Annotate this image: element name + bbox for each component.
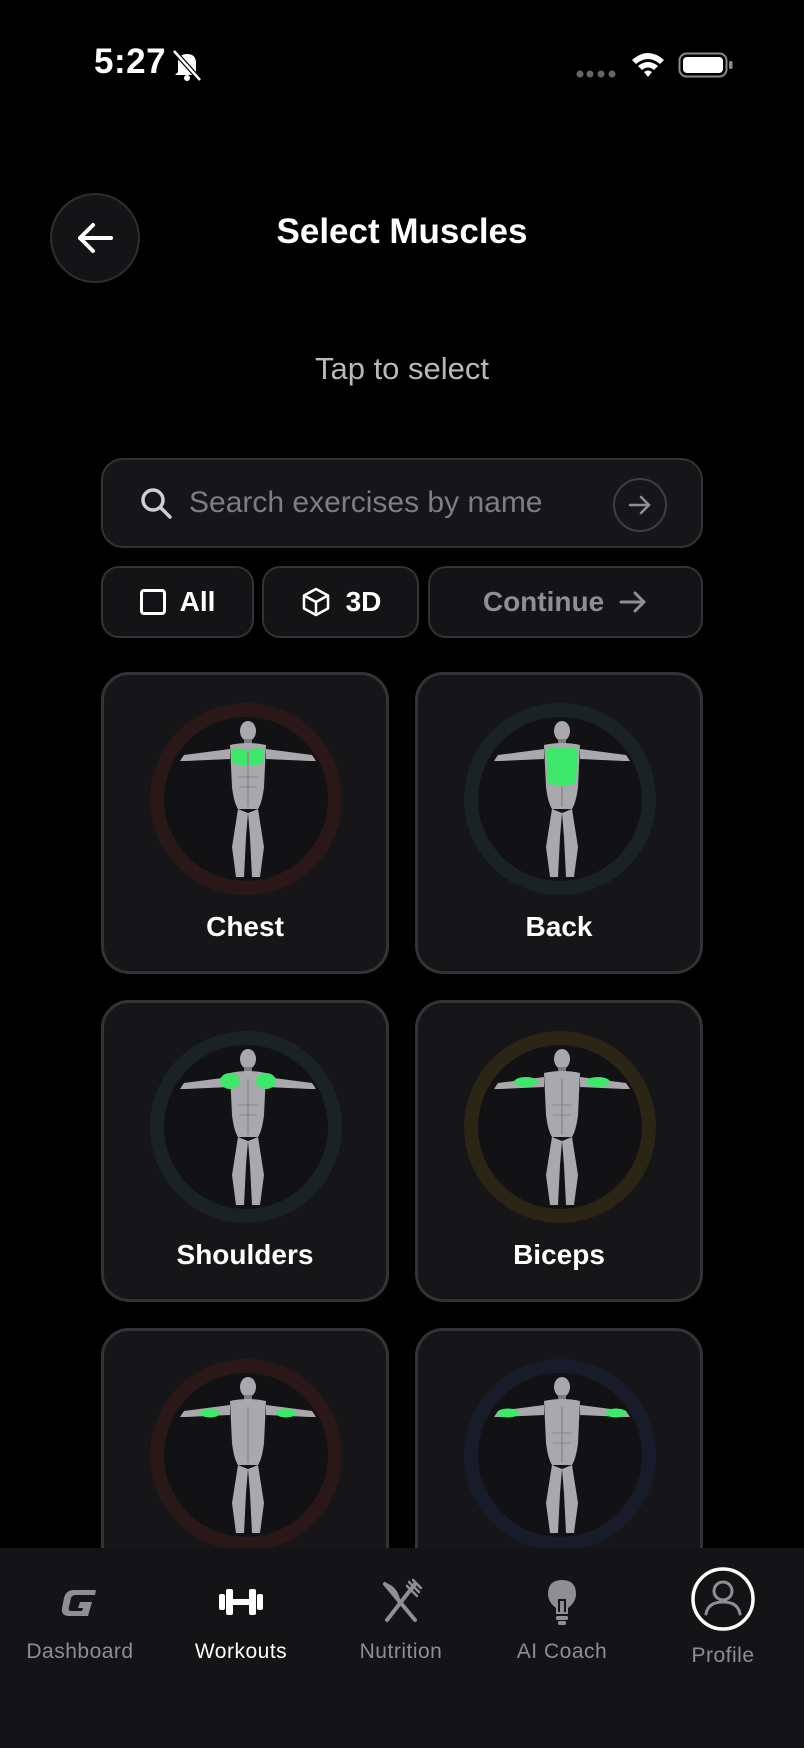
muscle-figure-biceps	[494, 1049, 630, 1205]
lightbulb-icon	[548, 1580, 576, 1625]
muscle-figure-back	[494, 721, 630, 877]
search-bar[interactable]: Search exercises by name	[101, 458, 703, 548]
page-title: Select Muscles	[276, 212, 528, 251]
dumbbell-icon	[219, 1589, 263, 1615]
bottom-navigation: Dashboard Workouts Nutrition AI Coach Pr…	[0, 1548, 804, 1748]
muscle-card-back[interactable]: Back	[415, 672, 703, 974]
nav-dashboard[interactable]: Dashboard	[5, 1576, 155, 1664]
search-submit-button[interactable]	[613, 478, 667, 532]
cube-icon	[302, 587, 329, 617]
nav-nutrition-label: Nutrition	[359, 1640, 443, 1663]
muscle-figure-forearms	[494, 1377, 630, 1533]
muscle-card-biceps[interactable]: Biceps	[415, 1000, 703, 1302]
muscle-card-label: Shoulders	[176, 1239, 314, 1270]
select-all-label: All	[179, 586, 216, 617]
muscle-card-label: Chest	[206, 911, 284, 942]
nav-workouts[interactable]: Workouts	[166, 1576, 316, 1664]
arrow-right-icon	[619, 591, 646, 613]
nav-dashboard-label: Dashboard	[26, 1640, 134, 1663]
nav-nutrition[interactable]: Nutrition	[326, 1576, 476, 1664]
muscle-card-shoulders[interactable]: Shoulders	[101, 1000, 389, 1302]
nav-ai-coach-label: AI Coach	[516, 1640, 608, 1663]
select-muscles-screen: 5:27 Select Muscles Tap to select Search…	[0, 0, 804, 1748]
search-icon	[141, 488, 172, 519]
continue-label: Continue	[482, 586, 605, 617]
fork-knife-icon	[383, 1578, 423, 1622]
wifi-icon	[632, 53, 664, 77]
muscle-card-chest[interactable]: Chest	[101, 672, 389, 974]
muscle-figure-triceps	[180, 1377, 316, 1533]
nav-profile-label: Profile	[691, 1644, 755, 1667]
search-input[interactable]: Search exercises by name	[189, 486, 543, 520]
status-bar: 5:27	[0, 0, 804, 130]
status-time: 5:27	[94, 42, 167, 81]
bell-muted-icon	[172, 49, 202, 82]
arrow-right-icon	[628, 495, 651, 515]
nav-workouts-label: Workouts	[194, 1640, 288, 1663]
muscle-figure-chest	[180, 721, 316, 877]
continue-button[interactable]: Continue	[428, 566, 703, 638]
signal-dots-icon	[576, 70, 616, 78]
muscle-figure-shoulders	[180, 1049, 316, 1205]
nav-profile[interactable]: Profile	[648, 1566, 798, 1668]
muscle-card-label: Biceps	[513, 1239, 605, 1270]
view-3d-label: 3D	[345, 586, 382, 617]
page-subtitle: Tap to select	[314, 351, 490, 386]
nav-ai-coach[interactable]: AI Coach	[487, 1576, 637, 1664]
battery-icon	[678, 52, 733, 78]
view-3d-button[interactable]: 3D	[262, 566, 419, 638]
checkbox-icon	[139, 589, 166, 615]
logo-g-icon	[61, 1590, 96, 1616]
profile-icon	[691, 1567, 755, 1631]
muscle-card-label: Back	[525, 911, 593, 942]
select-all-button[interactable]: All	[101, 566, 254, 638]
